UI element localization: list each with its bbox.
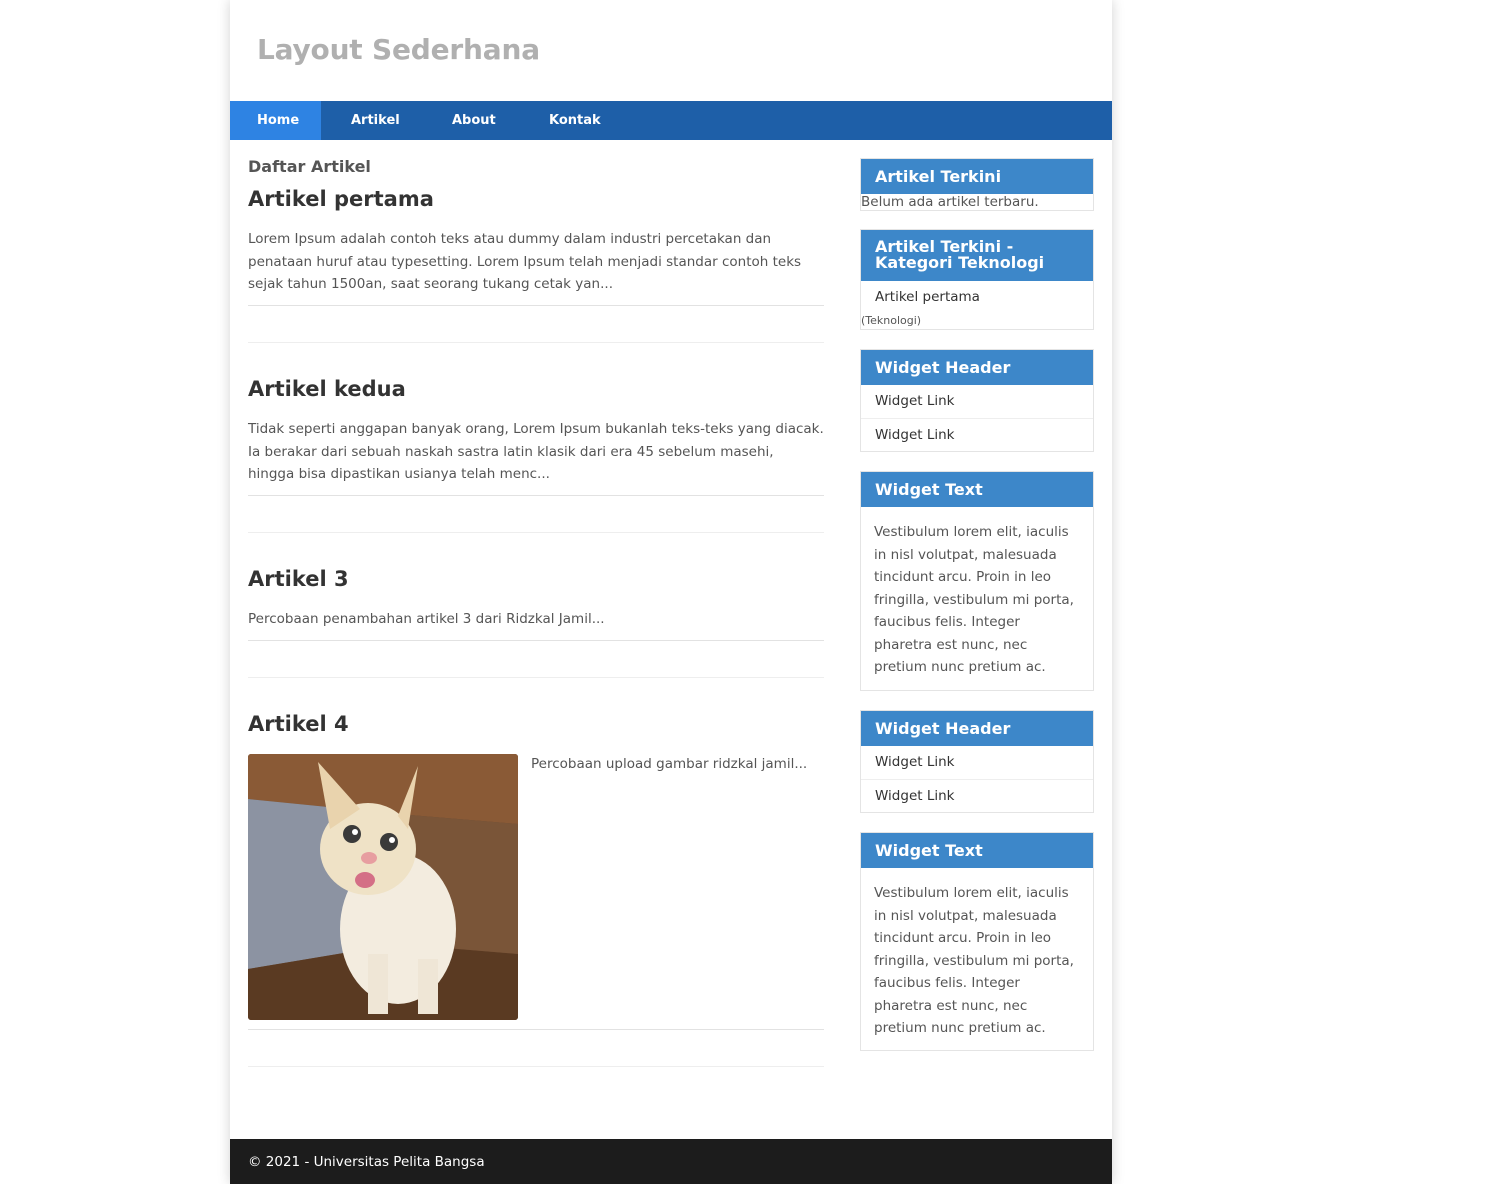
post-divider xyxy=(248,495,824,496)
footer-copyright: © 2021 - Universitas Pelita Bangsa xyxy=(248,1154,485,1170)
site-header: Layout Sederhana xyxy=(230,0,1112,101)
post-title[interactable]: Artikel 4 xyxy=(248,711,349,737)
post-divider xyxy=(248,532,824,533)
widget-header: Artikel Terkini - Kategori Teknologi xyxy=(861,230,1093,281)
post-divider xyxy=(248,342,824,343)
widget-link[interactable]: Artikel pertama xyxy=(861,281,1093,314)
post-divider xyxy=(248,677,824,678)
widget-empty-text: Belum ada artikel terbaru. xyxy=(861,194,1039,210)
widget-header: Artikel Terkini xyxy=(861,159,1093,194)
widget-links: Widget Header Widget Link Widget Link xyxy=(860,710,1094,813)
widget-recent-tech: Artikel Terkini - Kategori Teknologi Art… xyxy=(860,229,1094,330)
post-excerpt: Percobaan upload gambar ridzkal jamil... xyxy=(531,756,808,772)
widget-header: Widget Text xyxy=(861,472,1093,507)
widget-text: Widget Text Vestibulum lorem elit, iacul… xyxy=(860,471,1094,691)
main-content: Daftar Artikel Artikel pertama Lorem Ips… xyxy=(248,140,824,1067)
post-image-cat xyxy=(248,754,518,1020)
widget-link[interactable]: Widget Link xyxy=(861,780,1093,813)
nav-item-kontak[interactable]: Kontak xyxy=(518,101,638,140)
widget-text: Widget Text Vestibulum lorem elit, iacul… xyxy=(860,832,1094,1051)
post-excerpt: Lorem Ipsum adalah contoh teks atau dumm… xyxy=(248,231,802,292)
widget-text-body: Vestibulum lorem elit, iaculis in nisl v… xyxy=(874,524,1074,675)
post-title[interactable]: Artikel kedua xyxy=(248,376,406,402)
post-excerpt: Tidak seperti anggapan banyak orang, Lor… xyxy=(248,421,824,482)
post-divider xyxy=(248,640,824,641)
post-excerpt: Percobaan penambahan artikel 3 dari Ridz… xyxy=(248,611,605,627)
widget-link[interactable]: Widget Link xyxy=(861,385,1093,419)
post-title[interactable]: Artikel pertama xyxy=(248,186,434,212)
widget-text-body: Vestibulum lorem elit, iaculis in nisl v… xyxy=(874,885,1074,1036)
nav-item-about[interactable]: About xyxy=(422,101,518,140)
site-footer: © 2021 - Universitas Pelita Bangsa xyxy=(230,1139,1112,1184)
widget-recent-articles: Artikel Terkini Belum ada artikel terbar… xyxy=(860,158,1094,211)
widget-links: Widget Header Widget Link Widget Link xyxy=(860,349,1094,452)
main-nav: Home Artikel About Kontak xyxy=(230,101,1112,140)
post-divider xyxy=(248,305,824,306)
section-title: Daftar Artikel xyxy=(248,157,371,176)
widget-header: Widget Header xyxy=(861,350,1093,385)
widget-link[interactable]: Widget Link xyxy=(861,419,1093,452)
widget-header: Widget Text xyxy=(861,833,1093,868)
widget-link[interactable]: Widget Link xyxy=(861,746,1093,780)
post-divider xyxy=(248,1066,824,1067)
post-title[interactable]: Artikel 3 xyxy=(248,566,349,592)
widget-header: Widget Header xyxy=(861,711,1093,746)
nav-item-home[interactable]: Home xyxy=(230,101,321,140)
page-container: Layout Sederhana Home Artikel About Kont… xyxy=(230,0,1112,1184)
nav-item-artikel[interactable]: Artikel xyxy=(321,101,422,140)
site-title[interactable]: Layout Sederhana xyxy=(257,33,540,66)
widget-category-label: (Teknologi) xyxy=(861,314,922,327)
post-divider xyxy=(248,1029,824,1030)
